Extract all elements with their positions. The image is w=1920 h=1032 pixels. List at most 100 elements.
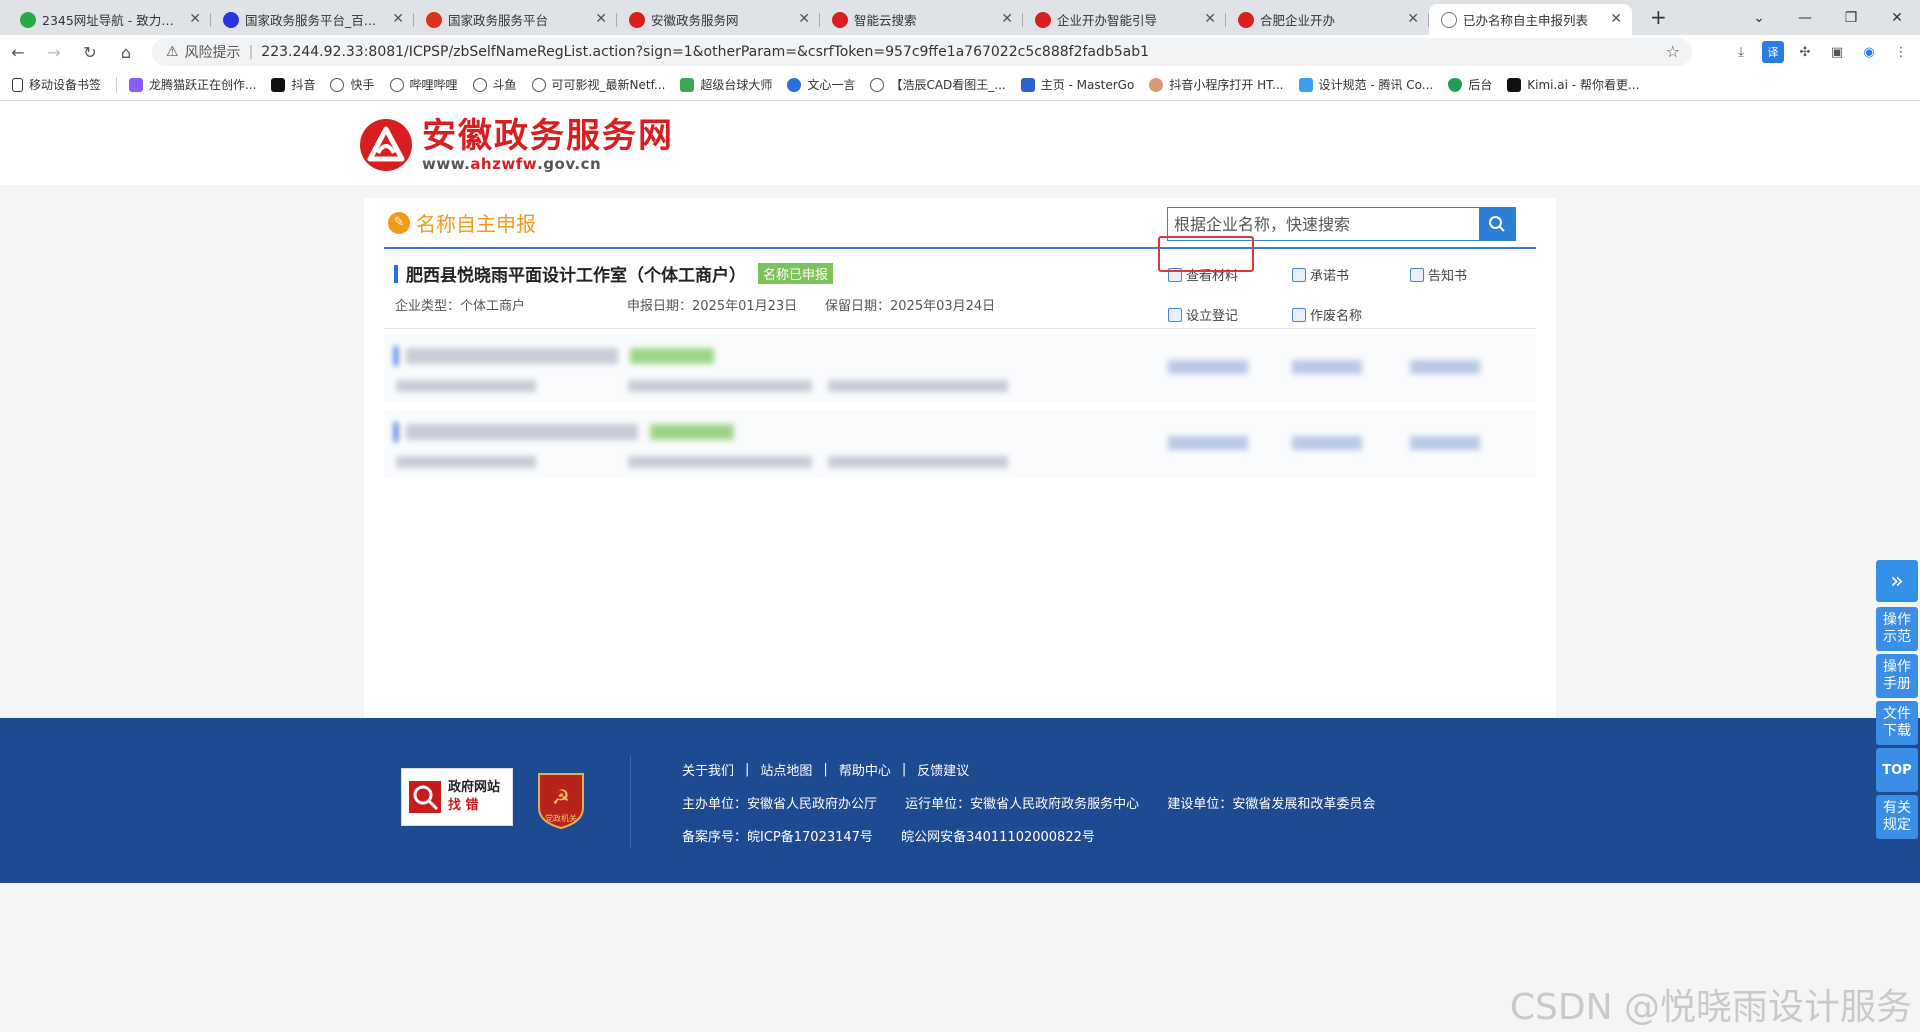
double-chevron-right-icon: »	[1890, 568, 1904, 594]
bookmark-item[interactable]: 主页 - MasterGo	[1020, 76, 1134, 93]
reload-icon[interactable]: ↻	[72, 43, 108, 62]
footer-link-about[interactable]: 关于我们	[682, 760, 734, 779]
main-panel: ✎ 名称自主申报 肥西县悦晓雨平面设计工作室（个体工商户） 名称已申报 企业类型…	[364, 198, 1556, 718]
bookmark-item[interactable]: 可可影视_最新Netf...	[531, 76, 665, 93]
tab-favicon-icon	[20, 12, 36, 28]
tab-close-icon[interactable]: ✕	[595, 11, 607, 27]
notice-button[interactable]: 告知书	[1410, 265, 1467, 284]
browser-tab[interactable]: 国家政务服务平台 ✕	[414, 4, 617, 35]
gov-site-error-badge[interactable]: 政府网站找 错	[401, 768, 513, 826]
enterprise-type: 企业类型：个体工商户	[395, 299, 526, 314]
tab-title: 安徽政务服务网	[651, 13, 739, 28]
back-icon[interactable]: ←	[0, 43, 36, 62]
manual-button[interactable]: 操作手册	[1876, 654, 1918, 698]
bookmark-item[interactable]: 超级台球大师	[680, 76, 772, 93]
tab-close-icon[interactable]: ✕	[189, 11, 201, 27]
footer-link-help[interactable]: 帮助中心	[839, 760, 891, 779]
svg-text:☭: ☭	[552, 785, 570, 809]
annotation-highlight	[1158, 236, 1254, 272]
footer-link-sitemap[interactable]: 站点地图	[760, 760, 812, 779]
restore-icon[interactable]: ❐	[1828, 10, 1874, 26]
browser-tab-active[interactable]: 已办名称自主申报列表 ✕	[1429, 4, 1632, 35]
profile-icon[interactable]: ◉	[1858, 41, 1880, 63]
tab-favicon-icon	[223, 12, 239, 28]
browser-tab[interactable]: 2345网址导航 - 致力于打... ✕	[8, 4, 211, 35]
tab-close-icon[interactable]: ✕	[392, 11, 404, 27]
bookmark-favicon-icon	[680, 77, 695, 92]
tab-favicon-icon	[1238, 12, 1254, 28]
bookmarks-bar: 移动设备书签 龙腾猫跃正在创作... 抖音 快手 哔哩哔哩 斗鱼 可可影视_最新…	[0, 69, 1920, 101]
warning-icon[interactable]: ⚠	[166, 44, 179, 60]
bookmark-item[interactable]: 后台	[1448, 76, 1492, 93]
sponsor: 主办单位：安徽省人民政府办公厅	[682, 797, 878, 812]
site-name: 安徽政务服务网	[422, 116, 674, 156]
footer-divider	[630, 756, 631, 848]
tab-search-icon[interactable]: ⌄	[1736, 10, 1782, 26]
tab-title: 智能云搜索	[854, 13, 917, 28]
bookmark-star-icon[interactable]: ☆	[1666, 42, 1680, 61]
tab-close-icon[interactable]: ✕	[1001, 11, 1013, 27]
translate-icon[interactable]: 译	[1762, 41, 1784, 63]
minimize-icon[interactable]: —	[1782, 10, 1828, 26]
divider: |	[248, 44, 254, 60]
download-icon[interactable]: ⤓	[1730, 41, 1752, 63]
footer-link-feedback[interactable]: 反馈建议	[917, 760, 969, 779]
bookmark-item[interactable]: 移动设备书签	[12, 76, 101, 93]
bookmark-favicon-icon	[1298, 77, 1313, 92]
back-to-top-button[interactable]: TOP	[1876, 748, 1918, 792]
expand-float-button[interactable]: »	[1876, 560, 1918, 602]
party-emblem-icon[interactable]: ☭ 党政机关	[535, 770, 587, 830]
bookmark-item[interactable]: 龙腾猫跃正在创作...	[129, 76, 256, 93]
site-logo[interactable]: 安徽政务服务网 www.ahzwfw.gov.cn	[358, 117, 674, 173]
shield-icon	[1448, 77, 1463, 92]
regulations-button[interactable]: 有关规定	[1876, 795, 1918, 839]
bookmark-item[interactable]: 快手	[330, 76, 375, 93]
risk-label[interactable]: 风险提示	[185, 42, 241, 62]
browser-toolbar: ⤓ 译 ✣ ▣ ◉ ⋮	[1730, 35, 1912, 69]
sidebar-icon[interactable]: ▣	[1826, 41, 1848, 63]
bookmark-item[interactable]: 哔哩哔哩	[389, 76, 458, 93]
home-icon[interactable]: ⌂	[108, 43, 144, 62]
bookmark-item[interactable]: 抖音	[271, 76, 315, 93]
url-field[interactable]: ⚠ 风险提示 | 223.244.92.33:8081/ICPSP/zbSelf…	[152, 38, 1692, 66]
police-record[interactable]: 皖公网安备34011102000822号	[901, 830, 1095, 845]
extensions-icon[interactable]: ✣	[1794, 41, 1816, 63]
bookmark-item[interactable]: 斗鱼	[472, 76, 517, 93]
globe-icon	[531, 77, 546, 92]
site-url: www.ahzwfw.gov.cn	[422, 155, 602, 173]
menu-icon[interactable]: ⋮	[1890, 41, 1912, 63]
browser-tab[interactable]: 安徽政务服务网 ✕	[617, 4, 820, 35]
bookmark-item[interactable]: 抖音小程序打开 HT...	[1149, 76, 1284, 93]
void-name-button[interactable]: 作废名称	[1292, 305, 1362, 324]
browser-tab[interactable]: 合肥企业开办 ✕	[1226, 4, 1429, 35]
url-text[interactable]: 223.244.92.33:8081/ICPSP/zbSelfNameRegLi…	[261, 44, 1149, 60]
tab-close-icon[interactable]: ✕	[1610, 11, 1622, 27]
icp-record[interactable]: 备案序号：皖ICP备17023147号	[682, 830, 873, 845]
bookmark-favicon-icon	[787, 77, 802, 92]
file-download-button[interactable]: 文件下载	[1876, 701, 1918, 745]
close-window-icon[interactable]: ✕	[1874, 10, 1920, 26]
browser-tab[interactable]: 国家政务服务平台_百度搜... ✕	[211, 4, 414, 35]
forward-icon[interactable]: →	[36, 43, 72, 62]
bookmark-item[interactable]: 设计规范 - 腾讯 Co...	[1298, 76, 1433, 93]
browser-tab[interactable]: 智能云搜索 ✕	[820, 4, 1023, 35]
tab-title: 已办名称自主申报列表	[1463, 13, 1589, 28]
browser-tab[interactable]: 企业开办智能引导 ✕	[1023, 4, 1226, 35]
demo-button[interactable]: 操作示范	[1876, 607, 1918, 651]
establish-registration-button[interactable]: 设立登记	[1168, 305, 1238, 324]
blurred-record	[384, 410, 1536, 478]
tab-close-icon[interactable]: ✕	[1407, 11, 1419, 27]
trash-icon	[1292, 307, 1306, 322]
commitment-button[interactable]: 承诺书	[1292, 265, 1349, 284]
globe-icon	[389, 77, 404, 92]
tab-close-icon[interactable]: ✕	[1204, 11, 1216, 27]
bookmark-item[interactable]: 文心一言	[787, 76, 855, 93]
tab-close-icon[interactable]: ✕	[798, 11, 810, 27]
panel-title: 名称自主申报	[416, 212, 536, 236]
panel-header: ✎ 名称自主申报	[384, 198, 1536, 249]
tab-favicon-icon	[832, 12, 848, 28]
new-tab-icon[interactable]: +	[1650, 5, 1667, 29]
bookmark-item[interactable]: Kimi.ai - 帮你看更...	[1507, 76, 1639, 93]
bookmark-item[interactable]: 【浩辰CAD看图王_...	[870, 76, 1006, 93]
search-button[interactable]	[1479, 208, 1515, 240]
